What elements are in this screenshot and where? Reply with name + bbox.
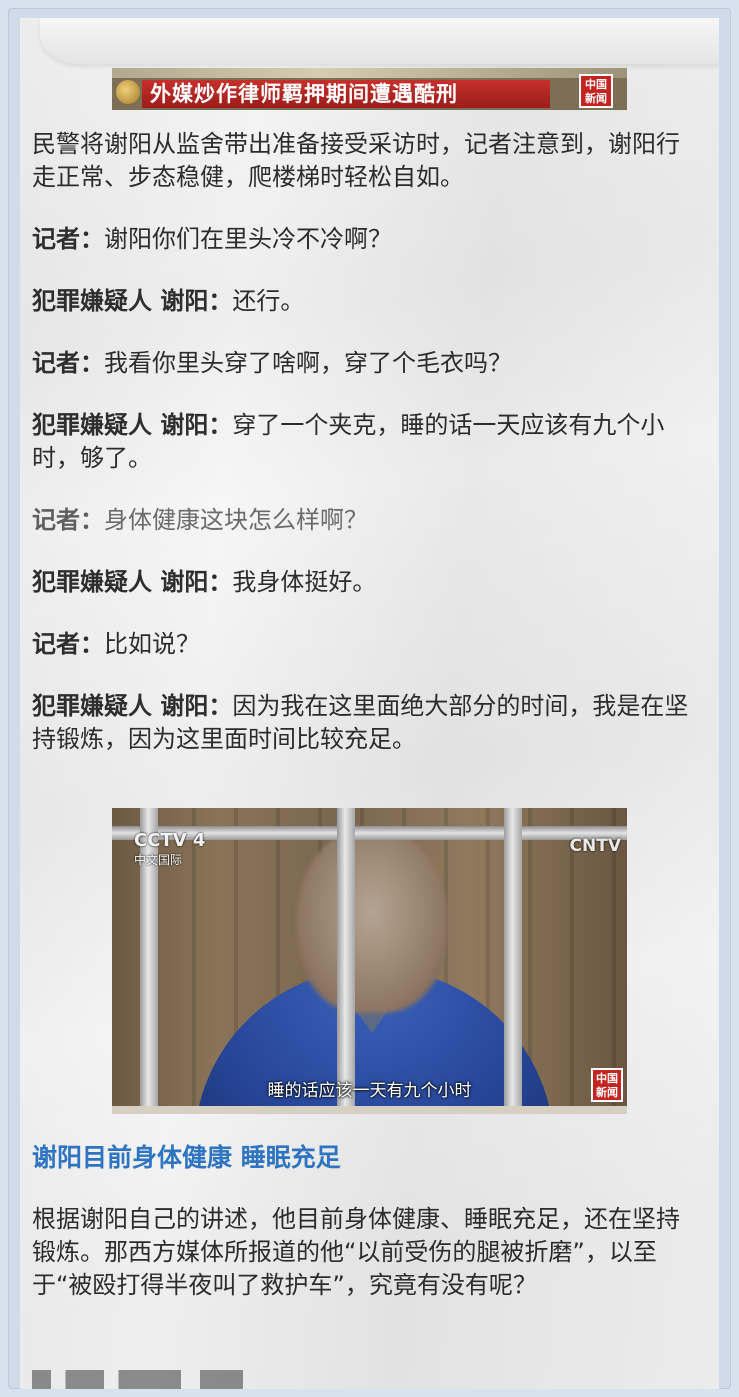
cntv-logo-icon: CNTV: [569, 836, 621, 856]
dialogue-line: 犯罪嫌疑人 谢阳：还行。: [32, 285, 697, 318]
section-heading: 谢阳目前身体健康 睡眠充足: [32, 1143, 341, 1172]
dialogue-line: 记者：我看你里头穿了啥啊，穿了个毛衣吗？: [32, 347, 697, 380]
speaker-label: 记者：: [32, 225, 104, 253]
speaker-label: 记者：: [32, 506, 104, 534]
speaker-label: 犯罪嫌疑人 谢阳：: [32, 692, 233, 720]
speaker-label: 犯罪嫌疑人 谢阳：: [32, 287, 233, 315]
caption-strip: [112, 1106, 627, 1114]
dialogue-line: 犯罪嫌疑人 谢阳：因为我在这里面绝大部分的时间，我是在坚持锻炼，因为这里面时间比…: [32, 690, 697, 756]
speaker-label: 犯罪嫌疑人 谢阳：: [32, 568, 233, 596]
globe-icon: [116, 80, 140, 104]
dialogue-text: 谢阳你们在里头冷不冷啊？: [104, 225, 392, 253]
speaker-label: 记者：: [32, 630, 104, 658]
page-curl: [40, 18, 719, 64]
china-news-logo-icon: 中国新闻: [579, 74, 613, 108]
cell-bar: [504, 808, 522, 1114]
dialogue-text: 还行。: [232, 287, 305, 315]
blurred-face: [297, 828, 447, 1013]
dialogue-line: 记者：身体健康这块怎么样啊？: [32, 504, 697, 537]
channel-left-sub: 中文国际: [134, 853, 183, 867]
dialogue-text: 身体健康这块怎么样啊？: [104, 506, 368, 534]
speaker-label: 记者：: [32, 349, 104, 377]
cropped-next-line: [32, 1370, 272, 1389]
dialogue-text: 我看你里头穿了啥啊，穿了个毛衣吗？: [104, 349, 512, 377]
dialogue-line: 记者：谢阳你们在里头冷不冷啊？: [32, 223, 697, 256]
channel-left: CCTV 4: [134, 830, 206, 851]
dialogue-line: 记者：比如说？: [32, 628, 697, 661]
dialogue-text: 比如说？: [104, 630, 200, 658]
video-caption-banner: 外媒炒作律师羁押期间遭遇酷刑 中国新闻: [112, 68, 627, 110]
speaker-label: 犯罪嫌疑人 谢阳：: [32, 411, 233, 439]
cell-bar: [337, 808, 355, 1114]
banner-top-strip: [112, 68, 627, 78]
dialogue-line: 犯罪嫌疑人 谢阳：我身体挺好。: [32, 566, 697, 599]
article-page[interactable]: 外媒炒作律师羁押期间遭遇酷刑 中国新闻 民警将谢阳从监舍带出准备接受采访时，记者…: [20, 18, 719, 1389]
body-paragraph: 根据谢阳自己的讲述，他目前身体健康、睡眠充足，还在坚持锻炼。那西方媒体所报道的他…: [32, 1205, 680, 1299]
video-subtitle: 睡的话应该一天有九个小时: [267, 1081, 472, 1101]
interview-video-frame[interactable]: CCTV 4 中文国际 CNTV 睡的话应该一天有九个小时 中国新闻: [112, 808, 627, 1114]
article-body: 民警将谢阳从监舍带出准备接受采访时，记者注意到，谢阳行走正常、步态稳健，爬楼梯时…: [32, 128, 697, 785]
dialogue-text: 我身体挺好。: [232, 568, 377, 596]
cctv4-logo-icon: CCTV 4 中文国际: [134, 830, 205, 868]
china-news-logo-icon: 中国新闻: [591, 1068, 623, 1102]
intro-paragraph: 民警将谢阳从监舍带出准备接受采访时，记者注意到，谢阳行走正常、步态稳健，爬楼梯时…: [32, 130, 680, 191]
banner-headline: 外媒炒作律师羁押期间遭遇酷刑: [142, 80, 550, 108]
dialogue-line: 犯罪嫌疑人 谢阳：穿了一个夹克，睡的话一天应该有九个小时，够了。: [32, 409, 697, 475]
